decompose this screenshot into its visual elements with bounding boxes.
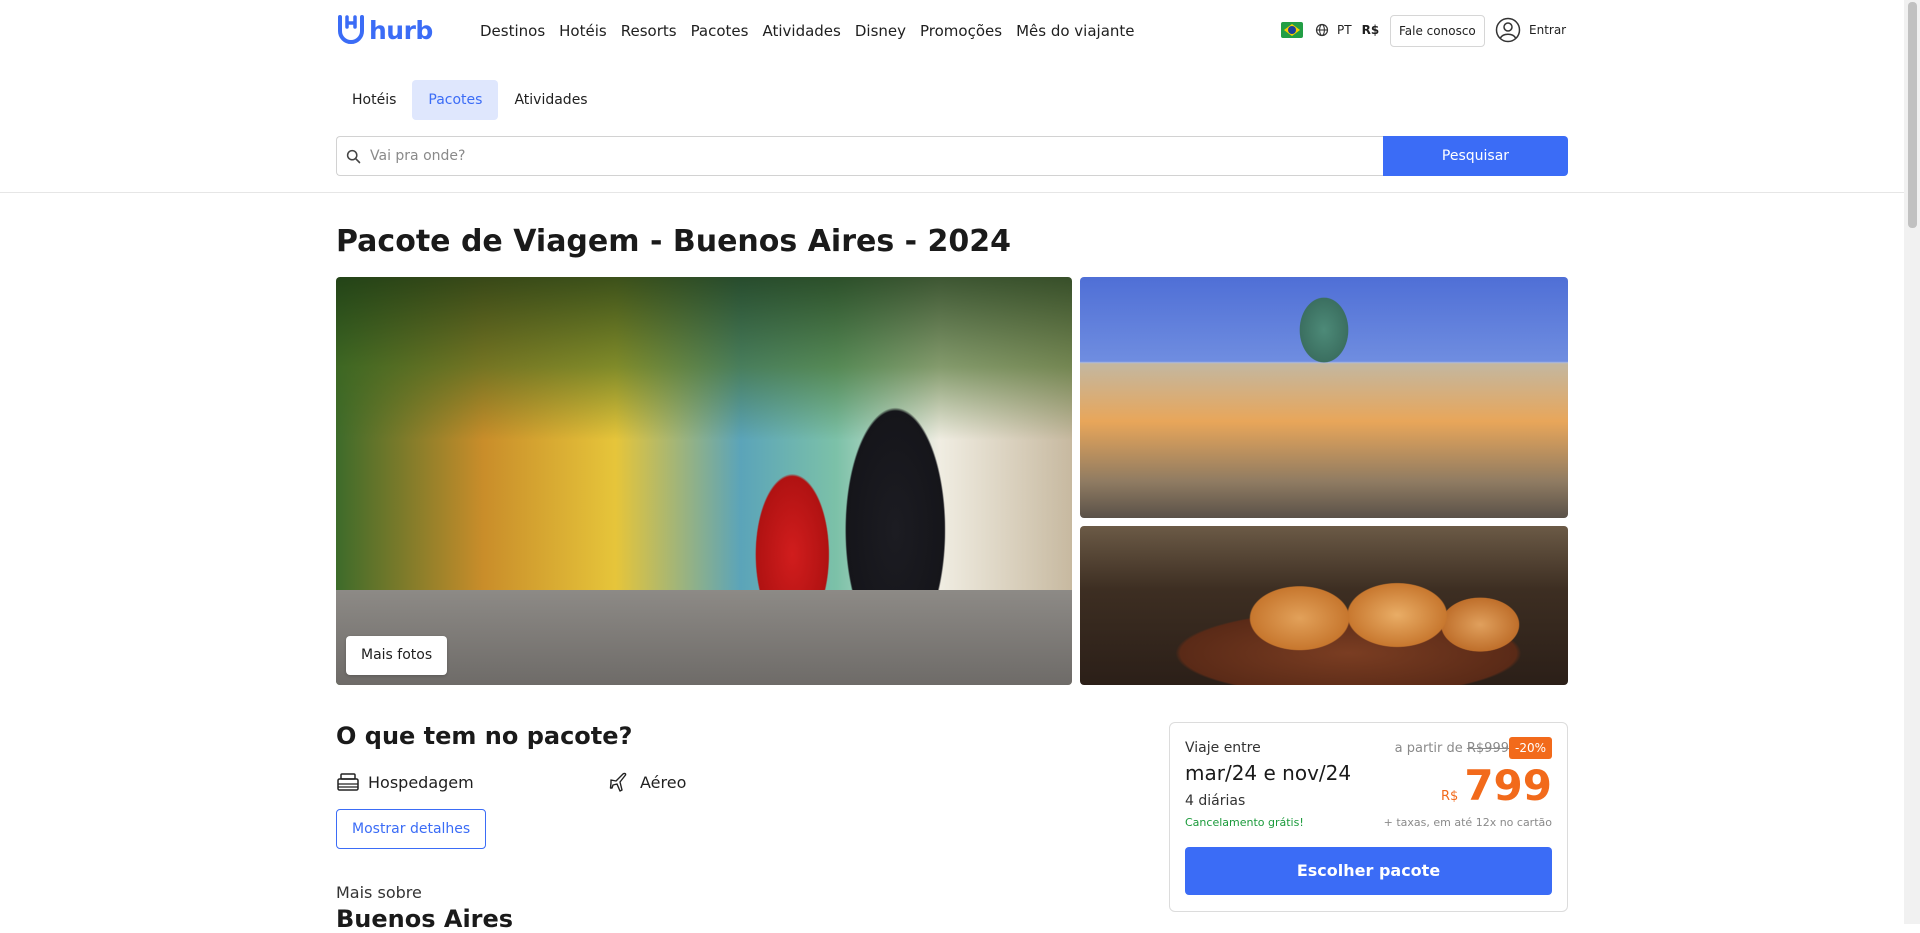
search-bar: Pesquisar	[336, 136, 1568, 176]
nights-count: 4 diárias	[1185, 793, 1246, 809]
package-item-lodging: Hospedagem	[336, 770, 474, 794]
contact-button[interactable]: Fale conosco	[1390, 15, 1485, 47]
globe-icon	[1315, 23, 1329, 37]
more-photos-button[interactable]: Mais fotos	[346, 636, 448, 675]
package-item-label: Aéreo	[640, 772, 687, 792]
tab-pacotes[interactable]: Pacotes	[412, 80, 499, 120]
package-heading: O que tem no pacote?	[336, 722, 633, 750]
gallery-main-photo[interactable]	[336, 277, 1072, 685]
nav-pacotes[interactable]: Pacotes	[691, 22, 749, 40]
search-button[interactable]: Pesquisar	[1383, 136, 1568, 176]
choose-package-button[interactable]: Escolher pacote	[1185, 847, 1552, 895]
current-price: R$ 799	[1441, 761, 1552, 810]
brazil-flag-icon	[1281, 22, 1303, 38]
hurb-logo-icon	[338, 15, 364, 44]
page-title: Pacote de Viagem - Buenos Aires - 2024	[336, 224, 1012, 259]
user-icon	[1495, 17, 1521, 43]
page-scrollbar[interactable]	[1904, 0, 1920, 924]
old-price: R$999	[1466, 741, 1509, 756]
show-details-button[interactable]: Mostrar detalhes	[336, 809, 487, 849]
locale-selector[interactable]: PT R$	[1281, 22, 1379, 38]
nav-promocoes[interactable]: Promoções	[920, 22, 1002, 40]
main-nav: Destinos Hotéis Resorts Pacotes Atividad…	[480, 22, 1135, 40]
tab-atividades[interactable]: Atividades	[498, 80, 603, 120]
nav-resorts[interactable]: Resorts	[621, 22, 677, 40]
top-navigation-bar: hurb Destinos Hotéis Resorts Pacotes Ati…	[0, 0, 1904, 64]
tab-hoteis[interactable]: Hotéis	[336, 80, 412, 120]
package-item-flight: Aéreo	[608, 770, 686, 794]
plane-icon	[609, 772, 627, 792]
gallery-photo-congress[interactable]	[1080, 277, 1568, 518]
nav-mes-do-viajante[interactable]: Mês do viajante	[1016, 22, 1134, 40]
header-divider	[0, 192, 1904, 193]
search-field[interactable]	[336, 136, 1383, 176]
price-from: a partir de R$999	[1395, 741, 1509, 756]
login-label: Entrar	[1529, 23, 1567, 37]
product-tabs: Hotéis Pacotes Atividades	[336, 80, 604, 120]
gallery-photo-croissants[interactable]	[1080, 526, 1568, 685]
hurb-logo[interactable]: hurb	[336, 15, 433, 45]
tax-note: + taxas, em até 12x no cartão	[1383, 816, 1552, 829]
search-icon	[346, 149, 361, 163]
bed-icon	[337, 773, 359, 791]
logo-text: hurb	[369, 15, 433, 45]
discount-badge: -20%	[1508, 737, 1552, 759]
currency-label: R$	[1361, 23, 1380, 37]
price-from-label: a partir de	[1394, 741, 1463, 756]
search-input[interactable]	[368, 147, 1268, 165]
package-item-label: Hospedagem	[368, 772, 474, 792]
nav-disney[interactable]: Disney	[855, 22, 906, 40]
login-button[interactable]: Entrar	[1495, 17, 1566, 43]
language-label: PT	[1337, 23, 1352, 37]
scrollbar-thumb[interactable]	[1908, 2, 1917, 228]
price-value: 799	[1464, 761, 1552, 810]
nav-destinos[interactable]: Destinos	[480, 22, 545, 40]
nav-atividades[interactable]: Atividades	[762, 22, 840, 40]
travel-between-label: Viaje entre	[1185, 740, 1261, 756]
nav-hoteis[interactable]: Hotéis	[559, 22, 607, 40]
more-about-label: Mais sobre	[336, 883, 422, 902]
offer-card: Viaje entre mar/24 e nov/24 4 diárias Ca…	[1169, 722, 1568, 912]
travel-dates: mar/24 e nov/24	[1185, 761, 1352, 785]
price-currency: R$	[1441, 789, 1459, 804]
free-cancellation: Cancelamento grátis!	[1185, 816, 1304, 829]
city-name: Buenos Aires	[336, 905, 514, 933]
